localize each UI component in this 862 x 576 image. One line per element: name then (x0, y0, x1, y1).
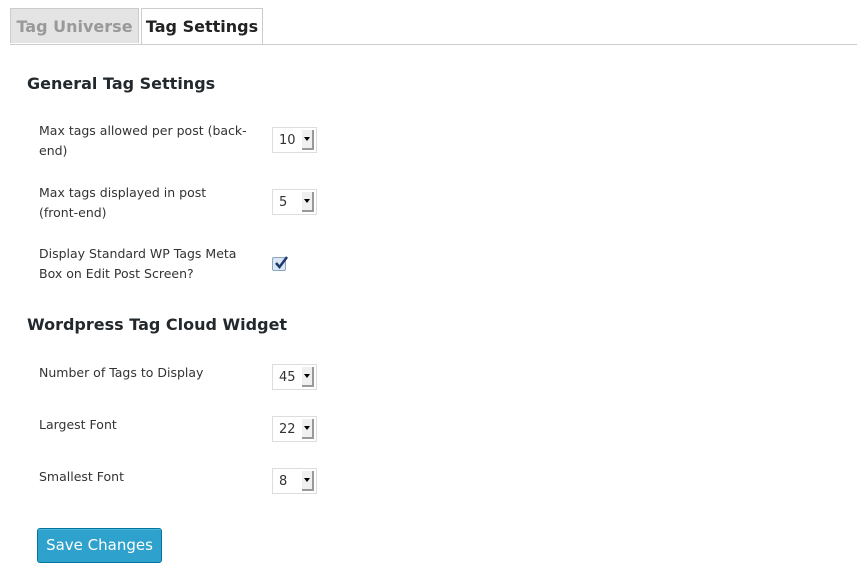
num-tags-label: Number of Tags to Display (39, 365, 204, 380)
largest-font-label: Largest Font (39, 417, 117, 432)
checkmark-icon (275, 256, 288, 269)
select-value: 45 (279, 369, 296, 385)
smallest-font-select[interactable]: 8 (272, 468, 317, 494)
select-value: 5 (279, 194, 288, 210)
chevron-down-icon (302, 419, 314, 439)
smallest-font-label: Smallest Font (39, 469, 125, 484)
display-meta-box-checkbox[interactable] (272, 256, 288, 271)
general-settings-heading: General Tag Settings (27, 74, 216, 93)
select-value: 22 (279, 421, 296, 437)
max-tags-backend-label: Max tags allowed per post (back-end) (39, 123, 247, 158)
max-tags-frontend-label: Max tags displayed in post (front-end) (39, 185, 207, 220)
chevron-down-icon (302, 471, 314, 491)
chevron-down-icon (302, 192, 314, 212)
select-value: 10 (279, 132, 296, 148)
tab-tag-settings[interactable]: Tag Settings (141, 8, 263, 44)
max-tags-backend-select[interactable]: 10 (272, 127, 317, 153)
tag-cloud-heading: Wordpress Tag Cloud Widget (27, 315, 288, 334)
chevron-down-icon (302, 367, 314, 387)
num-tags-select[interactable]: 45 (272, 364, 317, 390)
chevron-down-icon (302, 130, 314, 150)
save-changes-button[interactable]: Save Changes (37, 528, 162, 563)
largest-font-select[interactable]: 22 (272, 416, 317, 442)
settings-tabs: Tag Universe Tag Settings (10, 8, 857, 45)
tab-tag-universe[interactable]: Tag Universe (10, 8, 139, 43)
display-meta-box-label: Display Standard WP Tags Meta Box on Edi… (39, 246, 237, 281)
max-tags-frontend-select[interactable]: 5 (272, 189, 317, 215)
select-value: 8 (279, 473, 288, 489)
